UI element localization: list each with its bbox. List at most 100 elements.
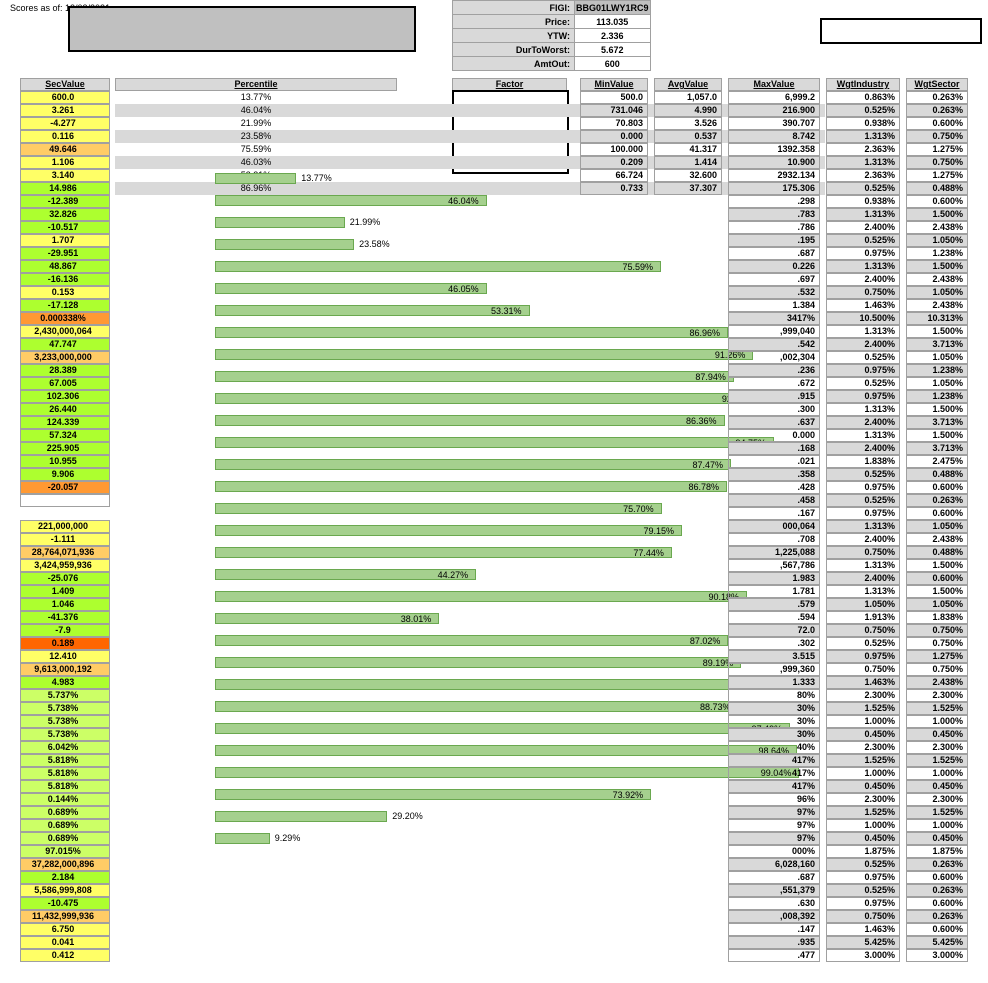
avgvalue-cell: 1.414 [654,156,722,169]
wgtsector-cell: 0.488% [906,182,968,195]
wgtsector-cell: 1.238% [906,364,968,377]
wgtsector-cell: 5.425% [906,936,968,949]
wgtindustry-cell: 1.913% [826,611,900,624]
wgtindustry-cell: 1.000% [826,767,900,780]
maxvalue-cell: 1.333 [728,676,820,689]
percentile-text: 75.59% [115,143,397,156]
secvalue-cell: 67.005 [20,377,110,390]
percentile-bar: 87.02% [215,635,805,646]
secvalue-cell: 14.986 [20,182,110,195]
bar-label: 9.29% [272,833,301,844]
maxvalue-cell: .236 [728,364,820,377]
percentile-bar: 92.45% [215,393,805,404]
maxvalue-cell: 3417% [728,312,820,325]
secvalue-cell: 3.140 [20,169,110,182]
maxvalue-cell: 6,028,160 [728,858,820,871]
wgtsector-cell: 2.438% [906,221,968,234]
secvalue-cell: 2.184 [20,871,110,884]
percentile-bar: 97.49% [215,723,805,734]
maxvalue-cell: .195 [728,234,820,247]
wgtindustry-header: WgtIndustry [826,78,900,91]
secvalue-cell: 9.906 [20,468,110,481]
secvalue-cell: -20.057 [20,481,110,494]
ytw-value: 2.336 [575,29,651,43]
wgtsector-cell: 1.050% [906,598,968,611]
wgtsector-cell: 0.450% [906,728,968,741]
secvalue-empty [20,507,110,520]
secvalue-cell: 0.153 [20,286,110,299]
bar-label: 87.47% [693,460,729,471]
maxvalue-cell: 000% [728,845,820,858]
secvalue-cell: 0.412 [20,949,110,962]
maxvalue-cell: 72.0 [728,624,820,637]
percentile-bar: 94.75% [215,437,805,448]
maxvalue-cell: 30% [728,702,820,715]
secvalue-cell: 0.116 [20,130,110,143]
secvalue-cell: 11,432,999,936 [20,910,110,923]
secvalue-cell: 3.261 [20,104,110,117]
minvalue-header: MinValue [580,78,648,91]
wgtsector-cell: 0.750% [906,637,968,650]
secvalue-cell: 1.409 [20,585,110,598]
percentile-bar: 29.20% [215,811,805,822]
secvalue-cell: 0.689% [20,819,110,832]
secvalue-cell: 5,586,999,808 [20,884,110,897]
maxvalue-cell: .542 [728,338,820,351]
security-info: FIGI:BBG01LWY1RC9 Price:113.035 YTW:2.33… [452,0,651,71]
maxvalue-cell: 000,064 [728,520,820,533]
wgtindustry-cell: 1.313% [826,585,900,598]
bar-label: 87.02% [690,636,726,647]
wgtindustry-cell: 0.975% [826,650,900,663]
maxvalue-cell: .579 [728,598,820,611]
secvalue-cell: 48.867 [20,260,110,273]
avgvalue-cell: 32.600 [654,169,722,182]
maxvalue-cell: 1,225,088 [728,546,820,559]
maxvalue-cell: 2932.134 [728,169,820,182]
bar-label: 29.20% [389,811,423,822]
secvalue-cell: -29.951 [20,247,110,260]
wgtindustry-cell: 1.838% [826,455,900,468]
wgtindustry-cell: 0.525% [826,637,900,650]
maxvalue-cell: .687 [728,871,820,884]
wgtindustry-cell: 0.450% [826,728,900,741]
maxvalue-cell: .021 [728,455,820,468]
figi-value: BBG01LWY1RC9 [575,1,651,15]
wgtsector-cell: 1.275% [906,143,968,156]
percentile-header: Percentile [115,78,397,91]
wgtsector-cell: 1.275% [906,169,968,182]
wgtindustry-cell: 2.400% [826,221,900,234]
secvalue-cell: -41.376 [20,611,110,624]
wgtindustry-cell: 0.525% [826,468,900,481]
black-box-3 [820,18,982,44]
maxvalue-cell: .298 [728,195,820,208]
secvalue-cell: 28.389 [20,364,110,377]
percentile-bar: 75.59% [215,261,805,272]
wgtindustry-cell: 0.938% [826,117,900,130]
percentile-bar: 99.04% [215,767,805,778]
wgtindustry-cell: 2.363% [826,169,900,182]
secvalue-cell: 102.306 [20,390,110,403]
maxvalue-cell: ,999,360 [728,663,820,676]
percentile-bar: 98.74% [215,679,805,690]
wgtindustry-cell: 2.400% [826,416,900,429]
percentile-bar: 77.44% [215,547,805,558]
bar-label: 53.31% [491,306,527,317]
wgtsector-cell: 2.300% [906,793,968,806]
bar-label: 21.99% [347,217,381,228]
secvalue-cell: -10.517 [20,221,110,234]
wgtindustry-cell: 0.525% [826,884,900,897]
maxvalue-cell: 40% [728,741,820,754]
avgvalue-header: AvgValue [654,78,722,91]
wgtsector-cell: 1.525% [906,806,968,819]
wgtindustry-cell: 0.863% [826,91,900,104]
wgtsector-cell: 2.300% [906,741,968,754]
wgtindustry-cell: 2.363% [826,143,900,156]
wgtsector-cell: 1.000% [906,819,968,832]
wgtindustry-cell: 1.525% [826,702,900,715]
maxvalue-cell: ,551,379 [728,884,820,897]
dtw-label: DurToWorst: [453,43,575,57]
wgtsector-cell: 10.313% [906,312,968,325]
bar-label: 77.44% [633,548,669,559]
wgtsector-cell: 1.275% [906,650,968,663]
secvalue-cell: 97.015% [20,845,110,858]
